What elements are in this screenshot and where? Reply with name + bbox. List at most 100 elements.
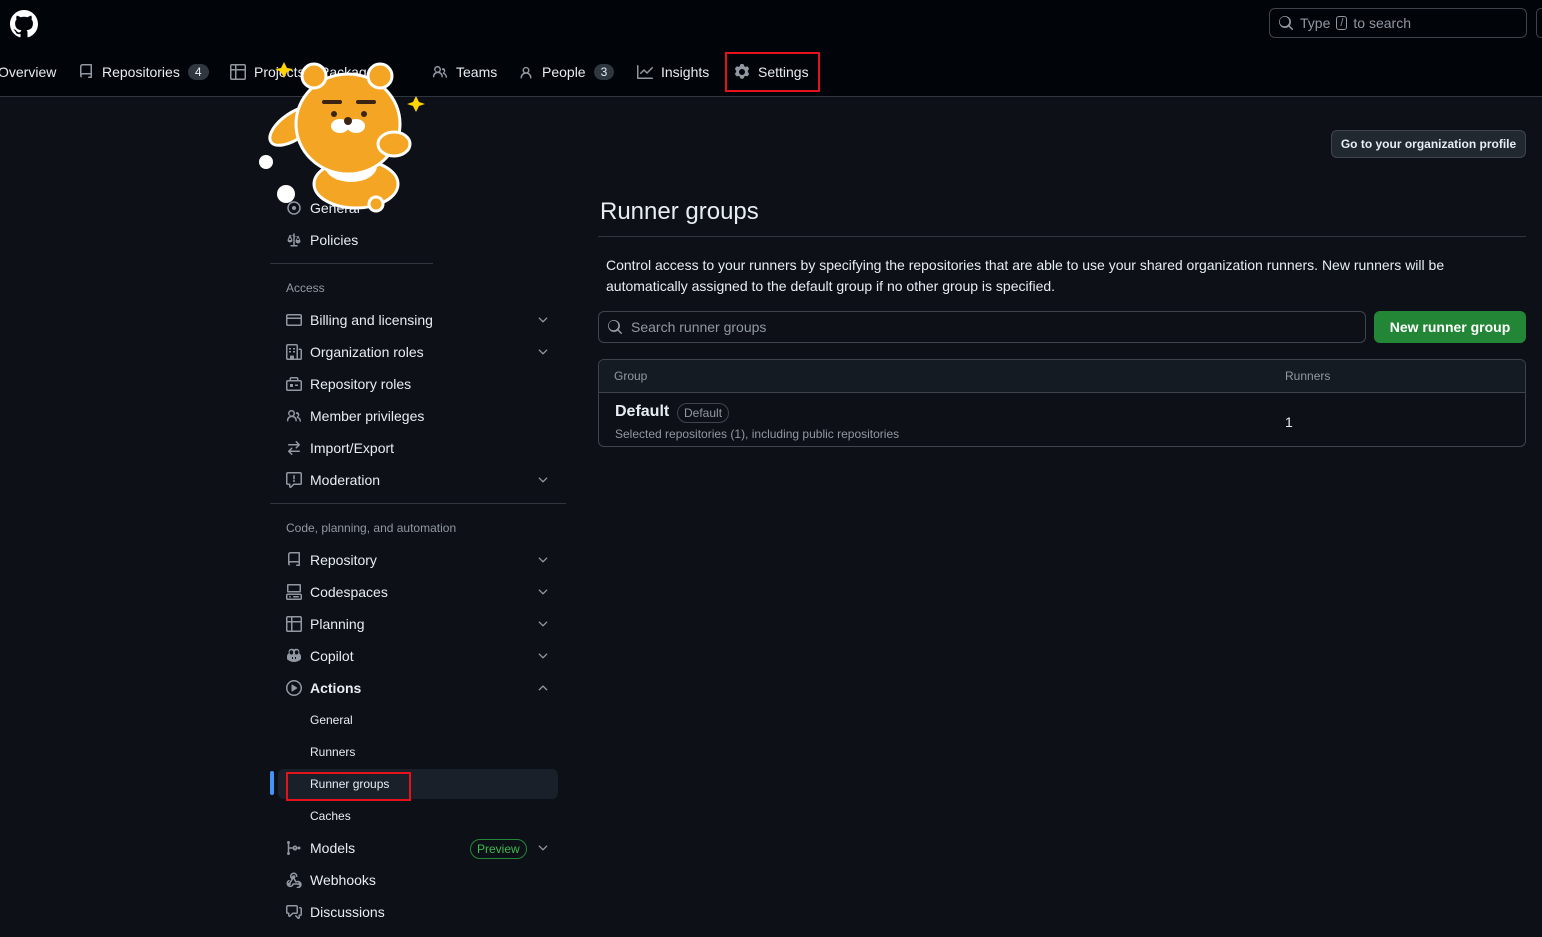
- settings-highlight-box: [725, 52, 820, 92]
- top-header: Type / to search Overview Repositories 4…: [0, 0, 1542, 97]
- tab-repositories[interactable]: Repositories 4: [78, 58, 209, 86]
- codespaces-icon: [286, 584, 302, 600]
- sidebar-item-label: Billing and licensing: [310, 312, 433, 328]
- comment-discussion-icon: [286, 905, 302, 919]
- sidebar-item-label: Repository roles: [310, 376, 412, 392]
- title-divider: [598, 236, 1526, 237]
- runner-count: 1: [1285, 414, 1293, 430]
- table-icon: [230, 64, 246, 80]
- chevron-down-icon: [538, 477, 548, 483]
- play-icon: [286, 680, 302, 696]
- preview-badge: Preview: [470, 839, 527, 859]
- law-icon: [287, 233, 301, 247]
- search-icon: [1279, 16, 1293, 30]
- sidebar-item-label: Policies: [310, 232, 359, 248]
- sidebar-item-label: Discussions: [310, 904, 385, 920]
- sidebar-item-billing[interactable]: Billing and licensing: [278, 305, 558, 335]
- page-description: Control access to your runners by specif…: [606, 257, 1445, 294]
- github-logo-icon[interactable]: [10, 10, 38, 38]
- sidebar-item-label: Codespaces: [310, 584, 388, 600]
- sidebar-subitem-actions-general[interactable]: General: [278, 705, 558, 735]
- credit-card-icon: [286, 314, 302, 326]
- org-profile-button[interactable]: Go to your organization profile: [1331, 130, 1526, 158]
- sidebar-item-label: Repository: [310, 552, 377, 568]
- tab-overview[interactable]: Overview: [0, 58, 56, 86]
- sidebar-item-label: Organization roles: [310, 344, 424, 360]
- chevron-down-icon: [538, 589, 548, 595]
- section-label-access: Access: [286, 281, 325, 295]
- sidebar-item-label: Actions: [310, 680, 362, 696]
- sidebar-item-codespaces[interactable]: Codespaces: [278, 577, 558, 607]
- sidebar-item-import-export[interactable]: Import/Export: [278, 433, 558, 463]
- search-runner-groups-input[interactable]: Search runner groups: [598, 311, 1366, 343]
- ai-model-icon: [286, 841, 301, 855]
- repo-icon: [288, 552, 300, 566]
- sidebar-item-repository[interactable]: Repository: [278, 545, 558, 575]
- sidebar-divider: [270, 263, 433, 264]
- table-row[interactable]: Default Default Selected repositories (1…: [599, 393, 1525, 446]
- sidebar-item-member-privileges[interactable]: Member privileges: [278, 401, 558, 431]
- sidebar-item-organization-roles[interactable]: Organization roles: [278, 337, 558, 367]
- default-badge: Default: [677, 403, 730, 423]
- table-icon: [286, 616, 302, 632]
- search-placeholder: Search runner groups: [631, 319, 767, 335]
- sidebar-subitem-label: Runners: [310, 745, 356, 759]
- id-badge-icon: [286, 377, 302, 391]
- column-header-runners: Runners: [1285, 369, 1331, 383]
- sidebar-item-label: Moderation: [310, 472, 381, 488]
- sidebar-item-label: Webhooks: [310, 872, 376, 888]
- chevron-down-icon: [538, 349, 548, 355]
- sidebar-item-policies[interactable]: Policies: [278, 225, 558, 255]
- arrow-switch-icon: [288, 441, 300, 455]
- search-prefix: Type: [1300, 15, 1331, 31]
- tab-teams[interactable]: Teams: [432, 58, 497, 86]
- tab-insights-label: Insights: [661, 64, 710, 80]
- webhook-icon: [286, 872, 302, 888]
- chevron-down-icon: [538, 317, 548, 323]
- sidebar-item-moderation[interactable]: Moderation: [278, 465, 558, 495]
- column-header-group: Group: [614, 369, 648, 383]
- page-title: Runner groups: [600, 198, 759, 225]
- sidebar-subitem-label: General: [310, 713, 353, 727]
- chevron-down-icon: [538, 557, 548, 563]
- search-shortcut-key: /: [1336, 16, 1348, 30]
- sidebar-item-webhooks[interactable]: Webhooks: [278, 865, 558, 895]
- sidebar-subitem-label: Caches: [310, 809, 351, 823]
- active-indicator: [270, 771, 274, 795]
- chevron-up-icon: [538, 685, 548, 691]
- group-name-link[interactable]: Default: [615, 403, 669, 421]
- tab-overview-label: Overview: [0, 64, 57, 80]
- sidebar-subitem-runners[interactable]: Runners: [278, 737, 558, 767]
- search-icon: [608, 320, 622, 334]
- tab-people[interactable]: People 3: [518, 58, 615, 86]
- sidebar-item-planning[interactable]: Planning: [278, 609, 558, 639]
- repo-icon: [79, 64, 92, 78]
- chevron-down-icon: [538, 621, 548, 627]
- sidebar-item-label: Copilot: [310, 648, 354, 664]
- runner-groups-highlight-box: [286, 772, 411, 801]
- sidebar-item-label: Planning: [310, 616, 365, 632]
- tab-repositories-label: Repositories: [102, 64, 180, 80]
- sidebar-item-label: Models: [310, 840, 356, 856]
- sidebar-divider: [270, 503, 566, 504]
- organization-icon: [286, 344, 302, 360]
- tab-teams-label: Teams: [456, 64, 498, 80]
- global-search-input[interactable]: Type / to search: [1269, 8, 1527, 38]
- lion-sticker-icon: [259, 62, 425, 213]
- report-icon: [286, 472, 302, 488]
- sidebar-item-label: Member privileges: [310, 408, 425, 424]
- sidebar-subitem-caches[interactable]: Caches: [278, 801, 558, 831]
- sidebar-item-actions[interactable]: Actions: [278, 673, 558, 703]
- tab-insights[interactable]: Insights: [637, 58, 709, 86]
- sidebar-item-copilot[interactable]: Copilot: [278, 641, 558, 671]
- tab-people-label: People: [542, 64, 586, 80]
- sidebar-item-discussions[interactable]: Discussions: [278, 897, 558, 927]
- person-icon: [520, 66, 532, 79]
- copilot-icon: [287, 648, 301, 662]
- sidebar-item-repository-roles[interactable]: Repository roles: [278, 369, 558, 399]
- sidebar-item-label: Import/Export: [310, 440, 395, 456]
- group-description: Selected repositories (1), including pub…: [615, 427, 900, 441]
- new-runner-group-button[interactable]: New runner group: [1374, 311, 1526, 343]
- search-suffix: to search: [1353, 15, 1412, 31]
- header-edge-button[interactable]: [1536, 8, 1542, 38]
